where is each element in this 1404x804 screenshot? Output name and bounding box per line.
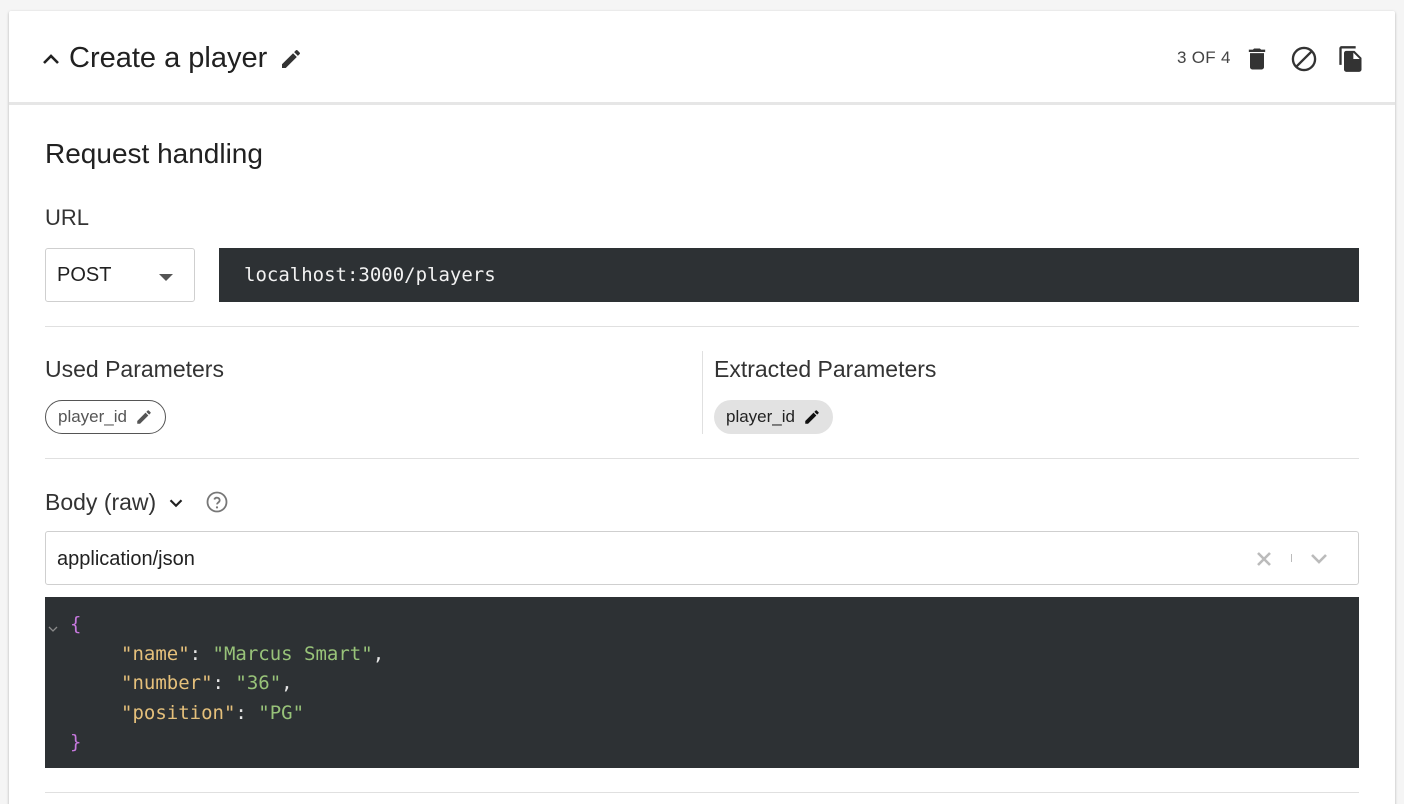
caret-down-icon — [154, 267, 178, 287]
url-label: URL — [45, 205, 90, 230]
trash-icon[interactable] — [1243, 45, 1271, 73]
pencil-icon — [137, 410, 151, 424]
json-value: "PG" — [258, 701, 305, 724]
code-line-name: "name": "Marcus Smart", — [121, 642, 385, 665]
json-body-editor[interactable]: { "name": "Marcus Smart", "number": "36"… — [45, 597, 1359, 768]
code-line-position: "position": "PG" — [121, 701, 305, 724]
divider — [45, 458, 1359, 459]
pencil-icon[interactable] — [279, 47, 303, 71]
section-title: Request handling — [45, 138, 263, 169]
chevron-down-icon[interactable] — [1306, 547, 1332, 571]
request-card: Create a player 3 OF 4 Request handling … — [9, 11, 1395, 804]
extracted-parameter-chip[interactable]: player_id — [714, 400, 833, 434]
card-title: Create a player — [69, 42, 268, 74]
used-parameters-title: Used Parameters — [45, 356, 224, 382]
code-line-number: "number": "36", — [121, 672, 293, 694]
divider — [45, 326, 1359, 327]
code-open-brace: { — [70, 613, 82, 635]
extracted-parameters-title: Extracted Parameters — [714, 356, 937, 382]
method-value: POST — [57, 264, 112, 286]
chevron-down-icon[interactable] — [165, 492, 187, 514]
content-type-select[interactable]: application/json — [45, 531, 1359, 585]
json-value: "Marcus Smart" — [212, 642, 373, 665]
copy-icon[interactable] — [1337, 45, 1365, 73]
chip-label: player_id — [58, 407, 127, 426]
json-key: "name" — [121, 642, 190, 665]
separator — [1291, 554, 1292, 562]
card-header: Create a player 3 OF 4 — [9, 11, 1395, 105]
divider — [45, 792, 1359, 793]
json-punctuation: , — [372, 642, 385, 665]
close-icon[interactable] — [1252, 547, 1276, 571]
json-key: "number" — [121, 672, 213, 694]
help-icon[interactable] — [205, 490, 229, 514]
fold-chevron-icon[interactable] — [47, 615, 59, 632]
json-punctuation: , — [281, 672, 293, 694]
method-select[interactable]: POST — [45, 248, 195, 302]
content-type-value: application/json — [57, 548, 195, 570]
body-type-toggle[interactable]: Body (raw) — [45, 488, 156, 516]
pencil-icon — [805, 410, 819, 424]
step-counter: 3 OF 4 — [1177, 48, 1231, 67]
json-value: "36" — [235, 672, 282, 694]
vertical-divider — [702, 351, 703, 434]
used-parameter-chip[interactable]: player_id — [45, 400, 166, 434]
chip-label: player_id — [726, 407, 795, 426]
block-icon[interactable] — [1290, 45, 1318, 73]
json-key: "position" — [121, 701, 236, 724]
code-close-brace: } — [70, 731, 82, 753]
url-input[interactable]: localhost:3000/players — [219, 248, 1359, 302]
chevron-up-icon[interactable] — [39, 47, 63, 71]
